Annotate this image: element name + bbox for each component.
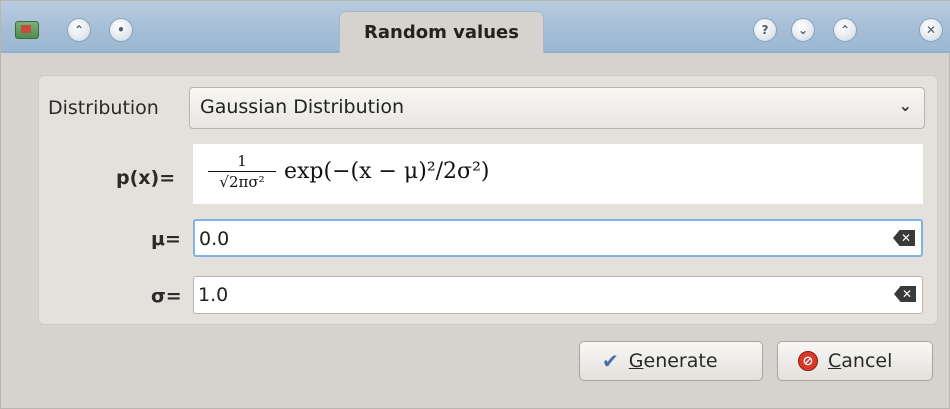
formula-display: 1 √2πσ² exp(−(x − μ)²/2σ²) [193,144,923,204]
close-icon[interactable]: ✕ [919,18,943,42]
clear-sigma-icon[interactable]: ✕ [894,286,916,302]
fraction-bar [208,171,276,172]
generate-label: Generate [628,350,718,372]
sigma-field[interactable]: ✕ [193,276,923,314]
mu-label: μ= [151,228,181,250]
on-all-desktops-icon[interactable]: • [109,18,133,42]
random-values-dialog: ⌃ • Random values ? ⌄ ⌃ ✕ Distribution G… [0,0,950,409]
mu-field[interactable]: ✕ [193,219,923,257]
distribution-value: Gaussian Distribution [200,96,405,118]
help-icon[interactable]: ? [753,18,777,42]
cancel-label: Cancel [828,350,893,372]
generate-button[interactable]: ✔ Generate [579,341,763,381]
sigma-input[interactable] [198,281,858,309]
chevron-down-icon: ⌄ [898,96,912,115]
mu-input[interactable] [199,225,859,253]
formula-denominator: √2πσ² [219,173,265,191]
maximize-icon[interactable]: ⌃ [833,18,857,42]
sigma-label: σ= [151,285,182,307]
formula-fraction: 1 √2πσ² [208,152,276,191]
formula-body: exp(−(x − μ)²/2σ²) [284,159,490,184]
minimize-icon[interactable]: ⌄ [791,18,815,42]
window-title: Random values [339,11,544,53]
title-bar[interactable]: ⌃ • Random values ? ⌄ ⌃ ✕ [1,1,950,53]
formula-numerator: 1 [237,152,247,170]
app-icon[interactable] [15,21,39,39]
formula: 1 √2πσ² exp(−(x − μ)²/2σ²) [208,152,489,191]
cancel-icon: ⊘ [798,351,818,371]
formula-label: p(x)= [116,167,176,189]
keep-above-icon[interactable]: ⌃ [67,18,91,42]
distribution-select[interactable]: Gaussian Distribution ⌄ [189,87,925,129]
checkmark-icon: ✔ [602,349,619,373]
clear-mu-icon[interactable]: ✕ [893,230,915,246]
distribution-label: Distribution [48,97,159,119]
cancel-button[interactable]: ⊘ Cancel [777,341,933,381]
